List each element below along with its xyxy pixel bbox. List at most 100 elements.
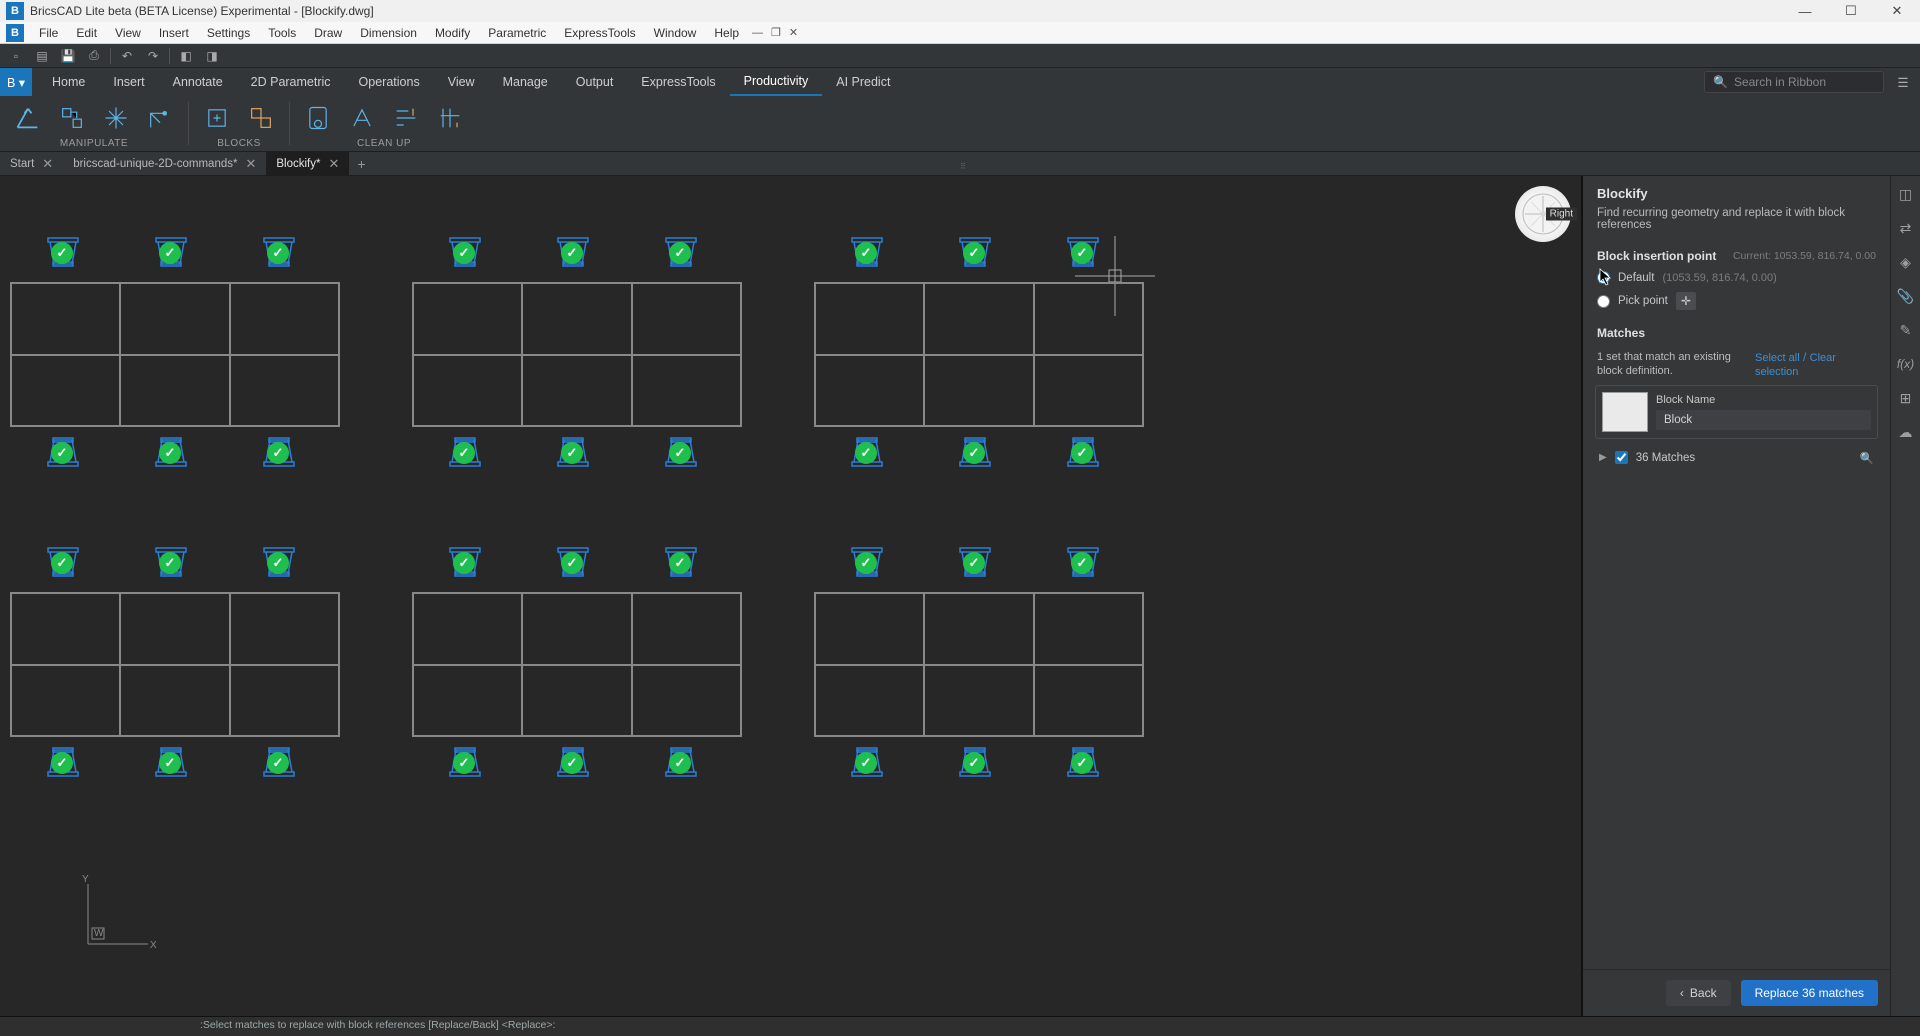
menu-window[interactable]: Window [645, 22, 706, 44]
radio-pick-point[interactable]: Pick point ✛ [1583, 288, 1890, 314]
chair-block[interactable]: ✓ [448, 436, 482, 468]
chair-block[interactable]: ✓ [664, 546, 698, 578]
qat-print-icon[interactable]: ⎙ [84, 47, 104, 65]
ribbon-tab-view[interactable]: View [434, 68, 489, 96]
ribbon-tab-operations[interactable]: Operations [345, 68, 434, 96]
chair-block[interactable]: ✓ [958, 236, 992, 268]
close-icon[interactable]: ✕ [328, 156, 339, 172]
menu-tools[interactable]: Tools [259, 22, 305, 44]
chair-block[interactable]: ✓ [850, 746, 884, 778]
chair-block[interactable]: ✓ [262, 546, 296, 578]
ribbon-tab-2d-parametric[interactable]: 2D Parametric [237, 68, 345, 96]
search-ribbon[interactable]: 🔍 Search in Ribbon [1704, 71, 1884, 93]
doc-tab-start[interactable]: Start✕ [0, 152, 63, 176]
chair-block[interactable]: ✓ [448, 746, 482, 778]
ribbon-tab-home[interactable]: Home [38, 68, 99, 96]
side-tool-layers-icon[interactable]: ◈ [1896, 252, 1916, 272]
menu-edit[interactable]: Edit [67, 22, 106, 44]
manipulate-icon-3[interactable] [102, 104, 130, 132]
chair-block[interactable]: ✓ [154, 436, 188, 468]
app-menu-button[interactable]: B ▾ [0, 68, 32, 96]
window-minimize-button[interactable]: ― [1782, 0, 1828, 22]
ribbon-settings-icon[interactable]: ☰ [1892, 71, 1914, 93]
chair-block[interactable]: ✓ [958, 436, 992, 468]
side-tool-attach-icon[interactable]: 📎 [1896, 286, 1916, 306]
chair-block[interactable]: ✓ [958, 546, 992, 578]
qat-ai-icon[interactable]: ◧ [176, 47, 196, 65]
menu-settings[interactable]: Settings [198, 22, 259, 44]
chevron-right-icon[interactable]: ▶ [1599, 452, 1607, 463]
blocks-icon-1[interactable] [203, 104, 231, 132]
menu-insert[interactable]: Insert [150, 22, 198, 44]
chair-block[interactable]: ✓ [262, 746, 296, 778]
chair-block[interactable]: ✓ [1066, 436, 1100, 468]
viewcube[interactable]: Right [1515, 186, 1571, 242]
chair-block[interactable]: ✓ [664, 746, 698, 778]
doc-tab-unique[interactable]: bricscad-unique-2D-commands*✕ [63, 152, 266, 176]
block-name-input[interactable] [1656, 410, 1871, 430]
menu-view[interactable]: View [106, 22, 150, 44]
zoom-match-icon[interactable]: 🔍 [1860, 451, 1874, 465]
menu-file[interactable]: File [30, 22, 67, 44]
menu-expresstools[interactable]: ExpressTools [555, 22, 644, 44]
window-close-button[interactable]: ✕ [1874, 0, 1920, 22]
add-tab-button[interactable]: + [349, 156, 373, 172]
side-tool-cloud-icon[interactable]: ☁ [1896, 422, 1916, 442]
ribbon-tab-productivity[interactable]: Productivity [730, 68, 823, 96]
chair-block[interactable]: ✓ [448, 236, 482, 268]
manipulate-icon-1[interactable] [14, 104, 42, 132]
blocks-icon-2[interactable] [247, 104, 275, 132]
manipulate-icon-2[interactable] [58, 104, 86, 132]
drawing-canvas[interactable]: Right YXW ✓✓✓✓✓✓✓✓✓✓✓✓✓✓✓✓✓✓✓✓✓✓✓✓✓✓✓✓✓✓… [0, 176, 1582, 1016]
side-tool-edit-icon[interactable]: ✎ [1896, 320, 1916, 340]
radio-pick-input[interactable] [1597, 295, 1610, 308]
menu-parametric[interactable]: Parametric [479, 22, 555, 44]
chair-block[interactable]: ✓ [46, 746, 80, 778]
match-checkbox[interactable] [1615, 451, 1628, 464]
menu-dimension[interactable]: Dimension [351, 22, 426, 44]
window-maximize-button[interactable]: ☐ [1828, 0, 1874, 22]
cleanup-icon-3[interactable] [392, 104, 420, 132]
side-tool-2-icon[interactable]: ⇄ [1896, 218, 1916, 238]
ribbon-tab-ai-predict[interactable]: AI Predict [822, 68, 904, 96]
side-tool-structure-icon[interactable]: ⊞ [1896, 388, 1916, 408]
mdi-minimize[interactable]: ― [748, 27, 767, 39]
manipulate-icon-4[interactable] [146, 104, 174, 132]
side-tool-fx-icon[interactable]: f(x) [1896, 354, 1916, 374]
radio-default[interactable]: Default (1053.59, 816.74, 0.00) [1583, 267, 1890, 288]
chair-block[interactable]: ✓ [958, 746, 992, 778]
drag-grip-icon[interactable]: ⠿ [960, 162, 968, 171]
menu-draw[interactable]: Draw [305, 22, 351, 44]
radio-default-input[interactable] [1597, 271, 1610, 284]
chair-block[interactable]: ✓ [556, 436, 590, 468]
back-button[interactable]: ‹Back [1666, 980, 1731, 1006]
chair-block[interactable]: ✓ [556, 746, 590, 778]
qat-open-icon[interactable]: ▤ [32, 47, 52, 65]
chair-block[interactable]: ✓ [262, 436, 296, 468]
qat-undo-icon[interactable]: ↶ [117, 47, 137, 65]
mdi-close[interactable]: ✕ [785, 26, 802, 39]
chair-block[interactable]: ✓ [556, 546, 590, 578]
replace-button[interactable]: Replace 36 matches [1741, 980, 1878, 1006]
ribbon-tab-annotate[interactable]: Annotate [159, 68, 237, 96]
qat-new-icon[interactable]: ▫ [6, 47, 26, 65]
doc-tab-blockify[interactable]: Blockify*✕ [266, 152, 349, 176]
menu-help[interactable]: Help [705, 22, 748, 44]
pick-point-button[interactable]: ✛ [1676, 292, 1696, 310]
chair-block[interactable]: ✓ [46, 546, 80, 578]
chair-block[interactable]: ✓ [1066, 746, 1100, 778]
ribbon-tab-insert[interactable]: Insert [99, 68, 158, 96]
close-icon[interactable]: ✕ [245, 156, 256, 172]
menu-modify[interactable]: Modify [426, 22, 479, 44]
app-menu-icon[interactable]: B [6, 24, 24, 42]
qat-save-icon[interactable]: 💾 [58, 47, 78, 65]
match-row[interactable]: ▶ 36 Matches 🔍 [1583, 445, 1890, 471]
chair-block[interactable]: ✓ [556, 236, 590, 268]
qat-extra-icon[interactable]: ◨ [202, 47, 222, 65]
chair-block[interactable]: ✓ [46, 236, 80, 268]
chair-block[interactable]: ✓ [664, 436, 698, 468]
chair-block[interactable]: ✓ [1066, 236, 1100, 268]
chair-block[interactable]: ✓ [46, 436, 80, 468]
chair-block[interactable]: ✓ [664, 236, 698, 268]
chair-block[interactable]: ✓ [154, 236, 188, 268]
